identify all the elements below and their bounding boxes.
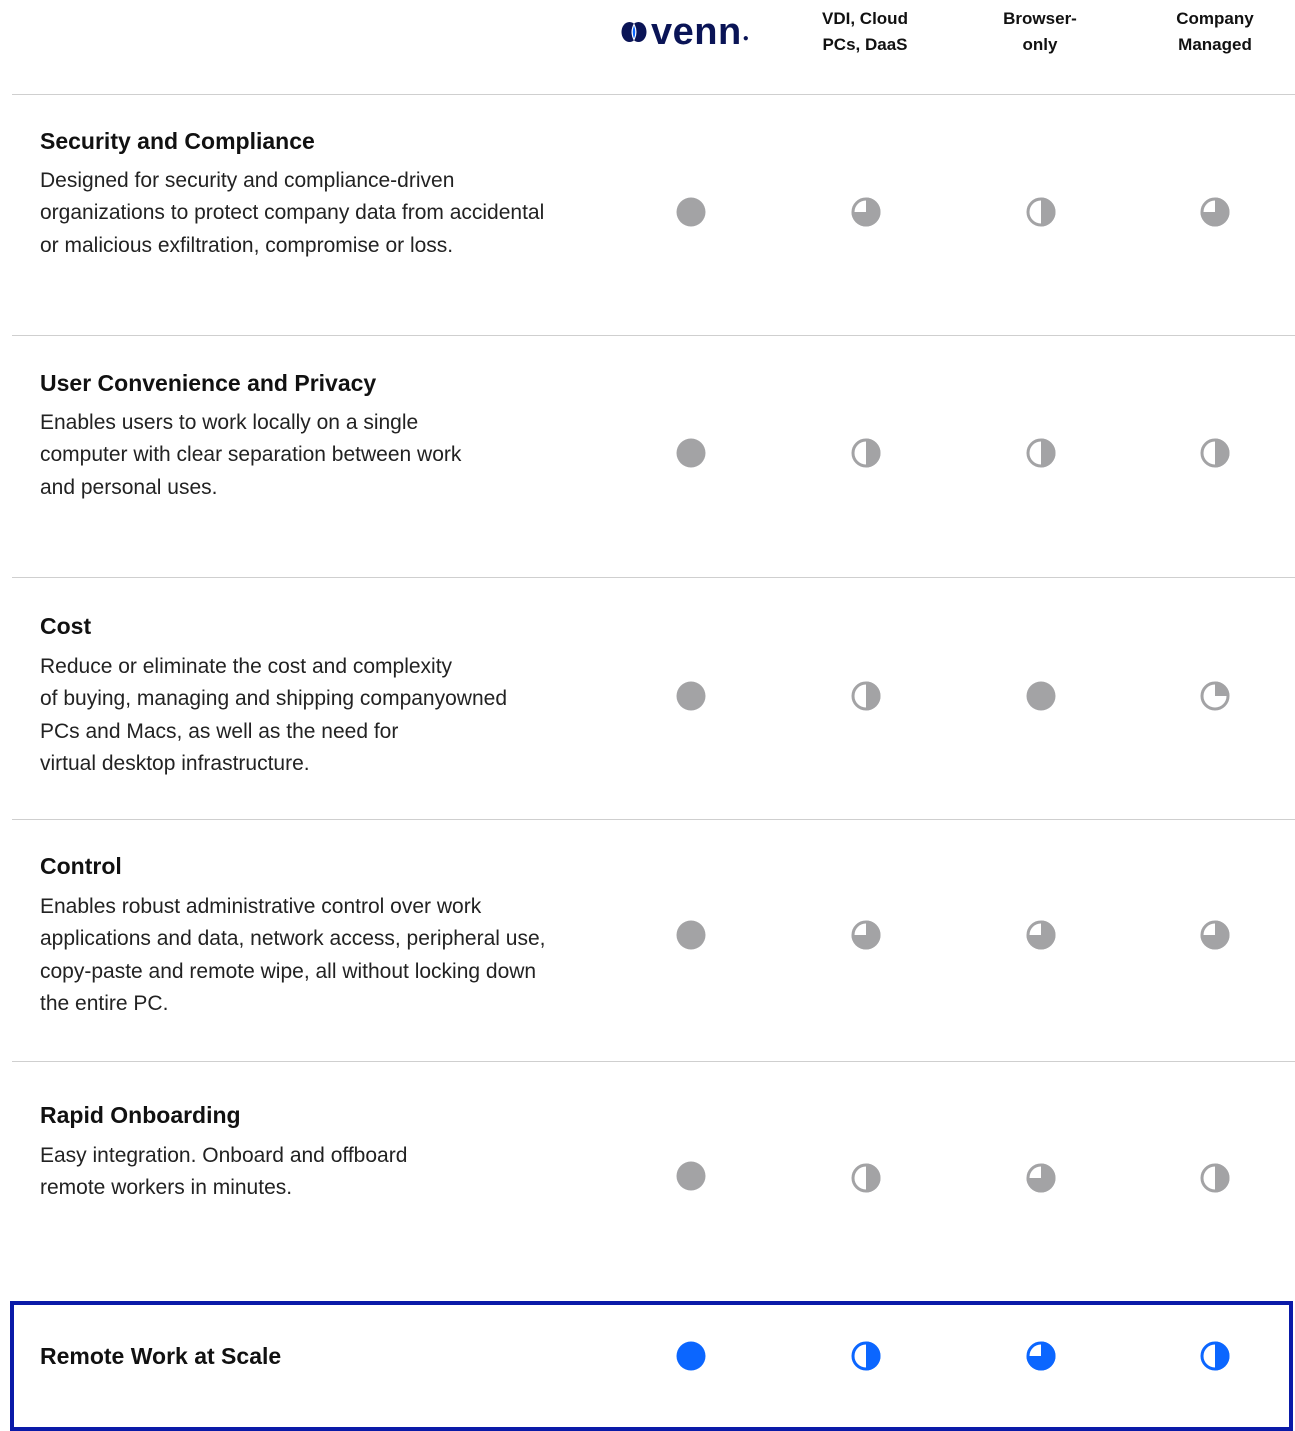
rating-icon-managed	[1200, 681, 1230, 711]
rating-icon-browser	[1026, 681, 1056, 711]
rating-icon-vdi	[851, 681, 881, 711]
rating-icon-browser	[1026, 920, 1056, 950]
summary-row-title: Remote Work at Scale	[40, 1343, 282, 1369]
rating-icon-browser	[1026, 1163, 1056, 1193]
row-title: User Convenience and Privacy	[40, 370, 377, 396]
row-title: Cost	[40, 613, 92, 639]
rating-icon-vdi	[851, 920, 881, 950]
feature-row-rapid-onboarding: Rapid Onboarding Easy integration. Onboa…	[0, 1062, 1295, 1301]
rating-icon-vdi	[851, 1163, 881, 1193]
column-header-vdi-line-2: PCs, DaaS	[822, 35, 908, 54]
column-header-managed: Company Managed	[1135, 6, 1295, 58]
row-title: Control	[40, 853, 122, 879]
rating-icon-venn	[676, 438, 706, 468]
venn-logo-dot: ●	[742, 33, 749, 44]
row-description: Reduce or eliminate the cost and complex…	[40, 655, 507, 775]
summary-row-remote-work: Remote Work at Scale	[0, 1301, 1295, 1417]
rating-icon-venn	[676, 681, 706, 711]
rating-icon-browser	[1026, 1341, 1056, 1371]
column-header-browser-line-2: only	[1022, 35, 1058, 54]
rating-icon-managed	[1200, 197, 1230, 227]
column-header-managed-line-2: Managed	[1178, 35, 1252, 54]
row-description: Enables robust administrative control ov…	[40, 895, 546, 1015]
feature-row-user-convenience: User Convenience and Privacy Enables use…	[0, 336, 1295, 577]
row-description: Enables users to work locally on a singl…	[40, 411, 462, 499]
venn-logo-text: venn	[651, 11, 742, 53]
column-header-browser-line-1: Browser-	[1003, 9, 1077, 28]
row-title: Rapid Onboarding	[40, 1102, 241, 1128]
comparison-header: venn ● VDI, Cloud PCs, DaaS Browser- onl…	[0, 0, 1295, 94]
rating-icon-vdi	[851, 197, 881, 227]
rating-icon-venn	[676, 1161, 706, 1191]
rating-icon-venn	[676, 197, 706, 227]
venn-logo: venn ●	[620, 12, 762, 52]
feature-row-control: Control Enables robust administrative co…	[0, 820, 1295, 1061]
row-description: Designed for security and compliance-dri…	[40, 169, 545, 257]
venn-logo-mark-icon	[621, 22, 647, 42]
rating-icon-managed	[1200, 1341, 1230, 1371]
rating-icon-vdi	[851, 1341, 881, 1371]
rating-icon-browser	[1026, 438, 1056, 468]
feature-row-cost: Cost Reduce or eliminate the cost and co…	[0, 578, 1295, 819]
feature-row-security: Security and Compliance Designed for sec…	[0, 95, 1295, 335]
column-header-vdi: VDI, Cloud PCs, DaaS	[785, 6, 945, 58]
row-title: Security and Compliance	[40, 128, 315, 154]
row-description: Easy integration. Onboard and offboard r…	[40, 1144, 408, 1200]
rating-icon-managed	[1200, 438, 1230, 468]
rating-icon-vdi	[851, 438, 881, 468]
rating-icon-venn	[676, 920, 706, 950]
rating-icon-managed	[1200, 1163, 1230, 1193]
column-header-vdi-line-1: VDI, Cloud	[822, 9, 908, 28]
column-header-managed-line-1: Company	[1176, 9, 1254, 28]
rating-icon-managed	[1200, 920, 1230, 950]
column-header-browser: Browser- only	[960, 6, 1120, 58]
rating-icon-venn	[676, 1341, 706, 1371]
rating-icon-browser	[1026, 197, 1056, 227]
